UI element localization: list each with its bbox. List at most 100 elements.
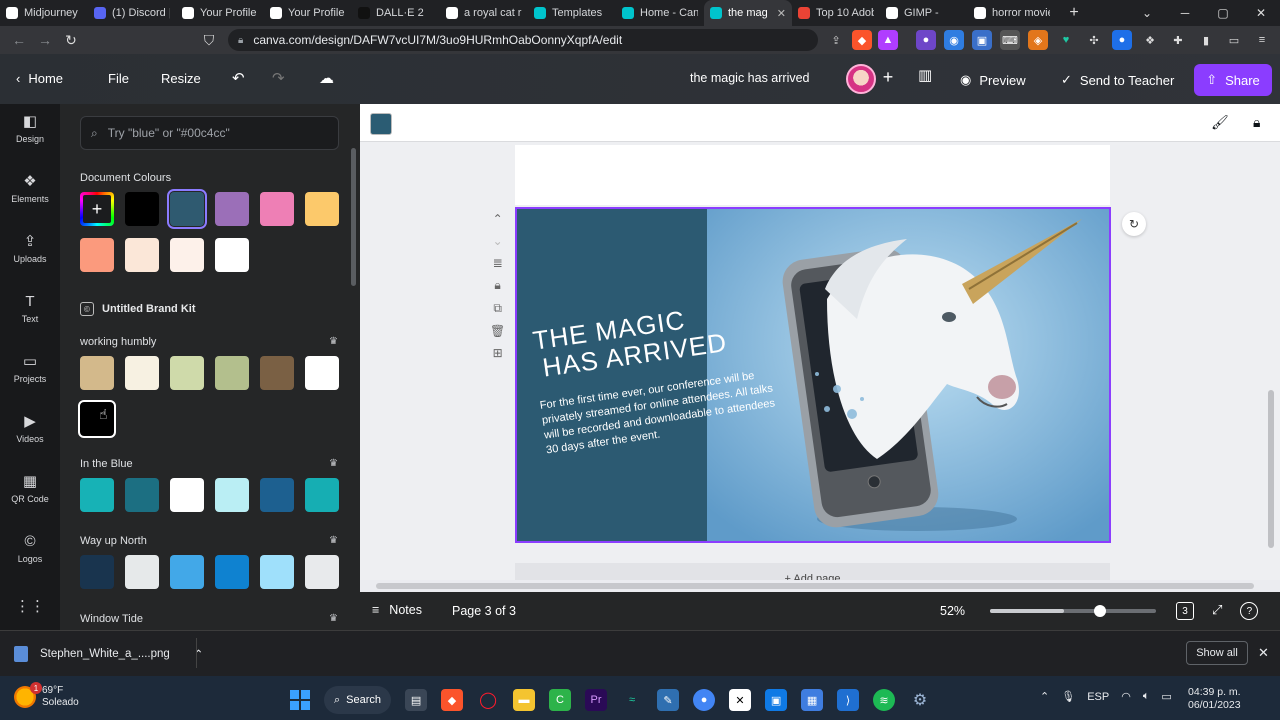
color-swatch[interactable] (305, 555, 339, 589)
chevron-down-icon[interactable]: ⌄ (493, 234, 503, 248)
insights-icon[interactable]: ▥ (918, 66, 932, 84)
file-explorer-icon[interactable]: ▬ (513, 689, 536, 711)
redo-button[interactable]: ↷ (272, 69, 285, 87)
browser-tab[interactable]: the mag ✕ (704, 0, 792, 26)
color-swatch[interactable] (170, 478, 204, 512)
back-button[interactable]: ← (6, 32, 32, 48)
close-window-button[interactable]: ✕ (1242, 0, 1280, 26)
canvas-vertical-scrollbar[interactable] (1268, 390, 1274, 548)
color-swatch[interactable] (80, 238, 114, 272)
document-title[interactable]: the magic has arrived (690, 71, 810, 85)
opera-icon[interactable]: ◯ (477, 689, 499, 711)
rail-item-uploads[interactable]: ⇪ Uploads (0, 224, 60, 274)
color-swatch[interactable] (80, 478, 114, 512)
taskbar-search[interactable]: ⌕ Search (324, 686, 392, 714)
browser-tab[interactable]: Midjourney (0, 0, 88, 26)
color-swatch[interactable] (170, 238, 204, 272)
browser-tab[interactable]: Top 10 Adob (792, 0, 880, 26)
color-swatch[interactable] (260, 192, 294, 226)
color-swatch[interactable] (215, 192, 249, 226)
menu-icon[interactable]: ≡ (1252, 30, 1272, 50)
rail-item-text[interactable]: T Text (0, 284, 60, 334)
spotify-icon[interactable]: ≋ (873, 689, 896, 711)
browser-tab[interactable]: (1) Discord | (88, 0, 176, 26)
rail-item-logos[interactable]: © Logos (0, 524, 60, 574)
store-icon[interactable]: ▦ (801, 689, 824, 711)
clock[interactable]: 04:39 p. m. 06/01/2023 (1188, 686, 1241, 712)
color-search-input[interactable]: ⌕ Try "blue" or "#00c4cc" (80, 116, 339, 150)
home-button[interactable]: ‹ Home (16, 71, 63, 86)
wallet-icon[interactable]: ▭ (1224, 30, 1244, 50)
settings-icon[interactable]: ⚙ (909, 689, 931, 711)
color-swatch[interactable] (260, 555, 294, 589)
paint-format-icon[interactable]: 🖌︎ (1211, 114, 1229, 131)
color-swatch[interactable] (170, 555, 204, 589)
extension-icon[interactable]: ⌨ (1000, 30, 1020, 50)
cloud-save-icon[interactable]: ☁ (319, 69, 334, 87)
metamask-icon[interactable]: ◈ (1028, 30, 1048, 50)
extension-icon[interactable]: ● (916, 30, 936, 50)
color-swatch[interactable] (125, 192, 159, 226)
close-download-bar-button[interactable]: ✕ (1258, 645, 1269, 661)
browser-tab[interactable]: Templates (528, 0, 616, 26)
color-swatch[interactable] (167, 189, 207, 229)
bookmark-icon[interactable]: ⛉ (196, 32, 222, 49)
text-color-button[interactable] (370, 113, 392, 135)
rail-item-design[interactable]: ◧ Design (0, 104, 60, 154)
start-button[interactable] (290, 690, 310, 710)
puzzle-icon[interactable]: ✚ (1168, 30, 1188, 50)
help-button[interactable]: ? (1240, 602, 1259, 620)
add-page-button[interactable]: + Add page (515, 563, 1110, 580)
chrome-icon[interactable]: ● (693, 689, 716, 711)
rail-item-projects[interactable]: ▭ Projects (0, 344, 60, 394)
send-to-teacher-button[interactable]: ✓ Send to Teacher (1053, 66, 1182, 94)
canvas-horizontal-scrollbar[interactable] (376, 583, 1254, 589)
sidebar-icon[interactable]: ▮ (1196, 30, 1216, 50)
reload-button[interactable]: ↻ (58, 32, 84, 49)
brave-icon[interactable]: ◆ (441, 689, 464, 711)
brave-shield-icon[interactable]: ◆ (852, 30, 872, 50)
duplicate-icon[interactable]: ⧉ (493, 301, 502, 316)
lock-icon[interactable]: 🔒︎ (494, 278, 500, 293)
color-swatch[interactable] (80, 356, 114, 390)
color-swatch[interactable] (215, 238, 249, 272)
lock-icon[interactable]: 🔒︎ (1253, 114, 1260, 131)
brave-rewards-icon[interactable]: ▲ (878, 30, 898, 50)
rail-item-apps[interactable]: ⋮⋮ (0, 582, 60, 632)
maximize-button[interactable]: ▢ (1204, 0, 1242, 26)
resize-button[interactable]: Resize (161, 71, 201, 86)
new-tab-button[interactable]: + (1064, 4, 1084, 22)
share-page-icon[interactable]: ⇪ (826, 30, 846, 50)
color-swatch[interactable] (170, 356, 204, 390)
preview-button[interactable]: ◉ Preview (952, 66, 1034, 94)
extension-icon[interactable]: ● (1112, 30, 1132, 50)
rail-item-qr-code[interactable]: ▦ QR Code (0, 464, 60, 514)
browser-tab[interactable]: Home - Canv (616, 0, 704, 26)
color-swatch[interactable] (215, 356, 249, 390)
task-view-icon[interactable]: ▤ (405, 689, 428, 711)
camtasia-icon[interactable]: C (549, 689, 572, 711)
color-swatch[interactable] (125, 238, 159, 272)
forward-button[interactable]: → (32, 32, 58, 48)
browser-tab[interactable]: horror movie (968, 0, 1056, 26)
color-swatch[interactable] (125, 356, 159, 390)
fullscreen-icon[interactable]: ⤢ (1212, 602, 1222, 620)
capcut-icon[interactable]: ✕ (729, 689, 752, 711)
vscode-icon[interactable]: ⟩ (837, 689, 860, 711)
color-swatch[interactable] (260, 478, 294, 512)
wifi-icon[interactable]: ◠ (1121, 690, 1131, 703)
browser-tab[interactable]: Your Profile (176, 0, 264, 26)
panel-scrollbar[interactable] (351, 148, 356, 286)
close-tab-icon[interactable]: ✕ (777, 7, 786, 20)
extension-icon[interactable]: ♥ (1056, 30, 1076, 50)
page-grid-button[interactable]: 3 (1176, 602, 1194, 620)
rail-item-videos[interactable]: ▶ Videos (0, 404, 60, 454)
previous-page[interactable] (515, 145, 1110, 205)
color-swatch[interactable] (80, 555, 114, 589)
weather-widget[interactable]: 1 69°F Soleado (14, 682, 79, 709)
battery-icon[interactable]: ▭ (1161, 690, 1171, 703)
file-menu-button[interactable]: File (108, 71, 129, 86)
color-swatch[interactable] (305, 478, 339, 512)
browser-tab[interactable]: Your Profile (264, 0, 352, 26)
download-item[interactable]: Stephen_White_a_....png ⌃ (14, 646, 203, 662)
